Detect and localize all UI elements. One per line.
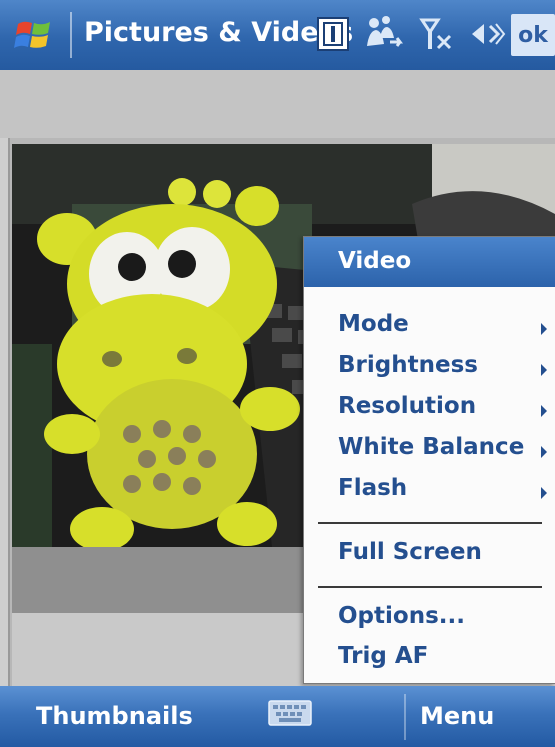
menu-item-label: Brightness	[338, 352, 478, 378]
signal-off-icon[interactable]	[418, 14, 458, 54]
app-title: Pictures & Videos	[84, 17, 354, 48]
menu-item-brightness[interactable]: Brightness	[304, 352, 555, 392]
menu-item-label: Mode	[338, 311, 409, 337]
notification-icon[interactable]	[316, 14, 350, 54]
menu-softkey[interactable]: Menu	[420, 702, 494, 730]
submenu-arrow-icon	[541, 446, 547, 458]
menu-item-options[interactable]: Options...	[304, 603, 555, 643]
menu-item-label: Resolution	[338, 393, 477, 419]
softkey-bar: Thumbnails Menu	[0, 686, 555, 747]
menu-item-resolution[interactable]: Resolution	[304, 393, 555, 433]
submenu-arrow-icon	[541, 364, 547, 376]
menu-item-flash[interactable]: Flash	[304, 475, 555, 515]
windows-start-icon[interactable]	[14, 16, 56, 56]
thumbnails-softkey[interactable]: Thumbnails	[36, 702, 193, 730]
submenu-arrow-icon	[541, 323, 547, 335]
volume-icon[interactable]	[466, 14, 506, 54]
menu-item-white-balance[interactable]: White Balance	[304, 434, 555, 474]
connectivity-icon[interactable]	[364, 14, 404, 54]
menu-item-trig-af[interactable]: Trig AF	[304, 643, 555, 683]
toolbar-strip	[0, 70, 555, 138]
menu-item-label: Trig AF	[338, 643, 429, 669]
keyboard-icon[interactable]	[268, 698, 312, 728]
menu-item-label: Full Screen	[338, 539, 482, 565]
menu-header: Video	[304, 237, 555, 287]
menu-separator	[318, 586, 542, 588]
menu-item-full-screen[interactable]: Full Screen	[304, 539, 555, 579]
softkey-divider	[404, 694, 406, 740]
submenu-arrow-icon	[541, 405, 547, 417]
menu-item-label: Flash	[338, 475, 408, 501]
video-menu: Video Mode Brightness Resolution White B…	[303, 236, 555, 684]
menu-item-label: White Balance	[338, 434, 525, 460]
menu-item-label: Options...	[338, 603, 465, 629]
submenu-arrow-icon	[541, 487, 547, 499]
menu-item-mode[interactable]: Mode	[304, 311, 555, 351]
title-divider	[70, 12, 72, 58]
ok-button[interactable]: ok	[511, 14, 555, 56]
title-bar: Pictures & Videos ok	[0, 0, 555, 70]
menu-separator	[318, 522, 542, 524]
